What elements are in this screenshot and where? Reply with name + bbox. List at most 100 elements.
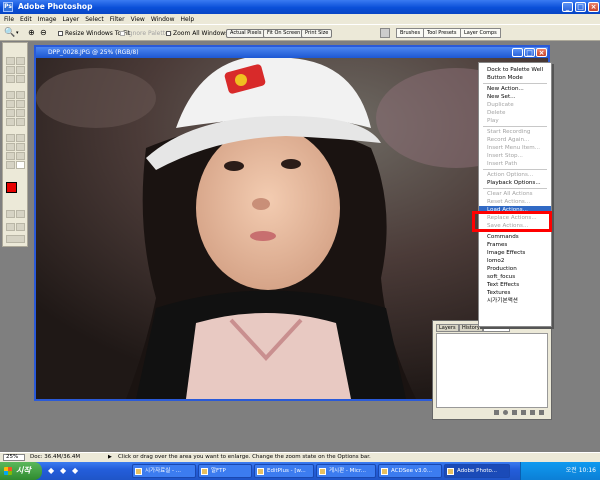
clock[interactable]: 오전 10:16 — [566, 467, 596, 474]
path-select-icon[interactable] — [6, 134, 15, 142]
doc-close-button[interactable]: × — [536, 48, 547, 57]
menu-item-lomo2[interactable]: lomo2 — [479, 257, 551, 265]
quicklaunch-icon[interactable]: ◆ — [72, 466, 78, 475]
marquee-tool-icon[interactable] — [6, 57, 15, 65]
foreground-color-swatch[interactable] — [6, 182, 17, 193]
blur-tool-icon[interactable] — [6, 118, 15, 126]
palette-well-icon[interactable] — [380, 28, 390, 38]
stop-icon[interactable] — [494, 410, 499, 415]
taskbar-item[interactable]: ACDSee v3.0... — [378, 464, 442, 478]
screen-mode-icon[interactable] — [6, 223, 15, 231]
move-tool-icon[interactable] — [16, 57, 25, 65]
gradient-tool-icon[interactable] — [16, 109, 25, 117]
ignore-palettes-checkbox[interactable]: Ignore Palettes — [120, 30, 172, 37]
brush-tool-icon[interactable] — [16, 91, 25, 99]
trash-icon[interactable] — [539, 410, 544, 415]
app-icon — [447, 468, 454, 475]
zoom-out-icon[interactable]: ⊖ — [40, 28, 47, 37]
taskbar-item[interactable]: 알FTP — [198, 464, 252, 478]
menu-filter[interactable]: Filter — [110, 16, 125, 23]
menu-item-textures[interactable]: Textures — [479, 289, 551, 297]
actions-flyout-menu: Dock to Palette Well Button Mode New Actio… — [478, 62, 552, 327]
menu-item-playback-options[interactable]: Playback Options... — [479, 179, 551, 187]
quicklaunch-icon[interactable]: ◆ — [48, 466, 54, 475]
taskbar-item-active[interactable]: Adobe Photo... — [444, 464, 510, 478]
zoom-in-icon[interactable]: ⊕ — [28, 28, 35, 37]
zoom-tool-icon[interactable]: 🔍 — [4, 28, 15, 38]
record-icon[interactable] — [503, 410, 508, 415]
menu-image[interactable]: Image — [38, 16, 57, 23]
menu-item-new-set[interactable]: New Set... — [479, 93, 551, 101]
menu-edit[interactable]: Edit — [20, 16, 32, 23]
slice-tool-icon[interactable] — [16, 75, 25, 83]
jump-to-imageready-icon[interactable] — [6, 235, 25, 243]
notes-tool-icon[interactable] — [6, 152, 15, 160]
menu-file[interactable]: File — [4, 16, 14, 23]
actual-pixels-button[interactable]: Actual Pixels — [226, 29, 266, 38]
maximize-button[interactable]: □ — [575, 2, 586, 12]
palette-well-layer-comps[interactable]: Layer Comps — [460, 28, 501, 38]
menu-item-text-effects[interactable]: Text Effects — [479, 281, 551, 289]
doc-minimize-button[interactable]: _ — [512, 48, 523, 57]
tab-layers[interactable]: Layers — [436, 324, 459, 332]
zoom-all-windows-checkbox[interactable]: Zoom All Windows — [166, 30, 228, 37]
print-size-button[interactable]: Print Size — [301, 29, 333, 38]
tool-preset-chevron-icon[interactable]: ▾ — [16, 30, 19, 36]
standard-mode-icon[interactable] — [6, 210, 15, 218]
clone-stamp-icon[interactable] — [6, 100, 15, 108]
full-screen-icon[interactable] — [16, 223, 25, 231]
menu-item-image-effects[interactable]: Image Effects — [479, 249, 551, 257]
eyedropper-tool-icon[interactable] — [16, 152, 25, 160]
menu-view[interactable]: View — [131, 16, 145, 23]
taskbar-item[interactable]: 시가자료실 - ... — [132, 464, 196, 478]
magic-wand-tool-icon[interactable] — [16, 66, 25, 74]
new-set-icon[interactable] — [521, 410, 526, 415]
menu-item-dock-to-palette-well[interactable]: Dock to Palette Well — [479, 66, 551, 74]
start-button[interactable]: 시작 — [0, 462, 42, 480]
app-icon — [201, 468, 208, 475]
type-tool-icon[interactable] — [16, 134, 25, 142]
doc-maximize-button[interactable]: □ — [524, 48, 535, 57]
eraser-tool-icon[interactable] — [6, 109, 15, 117]
zoom-level-field[interactable]: 25% — [3, 454, 25, 461]
play-icon[interactable] — [512, 410, 517, 415]
taskbar-item[interactable]: EditPlus - [w... — [254, 464, 314, 478]
menu-item-frames[interactable]: Frames — [479, 241, 551, 249]
document-title: DPP_0028.JPG @ 25% (RGB/8) — [48, 49, 139, 56]
lasso-tool-icon[interactable] — [6, 66, 15, 74]
close-button[interactable]: × — [588, 2, 599, 12]
menu-item-insert-stop: Insert Stop... — [487, 153, 523, 159]
hand-tool-icon[interactable] — [6, 161, 15, 169]
menu-item-soft-focus[interactable]: soft_focus — [479, 273, 551, 281]
crop-tool-icon[interactable] — [6, 75, 15, 83]
history-brush-icon[interactable] — [16, 100, 25, 108]
menu-window[interactable]: Window — [151, 16, 175, 23]
menu-item-[interactable]: 시가기본액션 — [479, 297, 551, 305]
menu-item-new-action[interactable]: New Action... — [479, 85, 551, 93]
menu-item-button-mode[interactable]: Button Mode — [479, 74, 551, 82]
palette-well-brushes[interactable]: Brushes — [396, 28, 425, 38]
menu-layer[interactable]: Layer — [62, 16, 79, 23]
quick-mask-icon[interactable] — [16, 210, 25, 218]
app-icon — [135, 468, 142, 475]
menu-select[interactable]: Select — [85, 16, 104, 23]
windows-logo-icon — [4, 467, 12, 475]
document-title-bar[interactable]: DPP_0028.JPG @ 25% (RGB/8) — [36, 47, 548, 58]
status-arrow-icon[interactable]: ▶ — [108, 453, 112, 462]
taskbar-item[interactable]: 게시판 - Micr... — [316, 464, 376, 478]
minimize-button[interactable]: _ — [562, 2, 573, 12]
app-title: Adobe Photoshop — [18, 2, 93, 11]
dodge-tool-icon[interactable] — [16, 118, 25, 126]
shape-tool-icon[interactable] — [16, 143, 25, 151]
new-action-icon[interactable] — [530, 410, 535, 415]
pen-tool-icon[interactable] — [6, 143, 15, 151]
palette-well-tool-presets[interactable]: Tool Presets — [423, 28, 461, 38]
menu-help[interactable]: Help — [181, 16, 195, 23]
quicklaunch-icon[interactable]: ◆ — [60, 466, 66, 475]
zoom-tool-active-icon[interactable] — [16, 161, 25, 169]
menu-item-production[interactable]: Production — [479, 265, 551, 273]
actions-list[interactable] — [436, 333, 548, 408]
menu-item-commands[interactable]: Commands — [479, 233, 551, 241]
fit-on-screen-button[interactable]: Fit On Screen — [263, 29, 305, 38]
healing-brush-icon[interactable] — [6, 91, 15, 99]
